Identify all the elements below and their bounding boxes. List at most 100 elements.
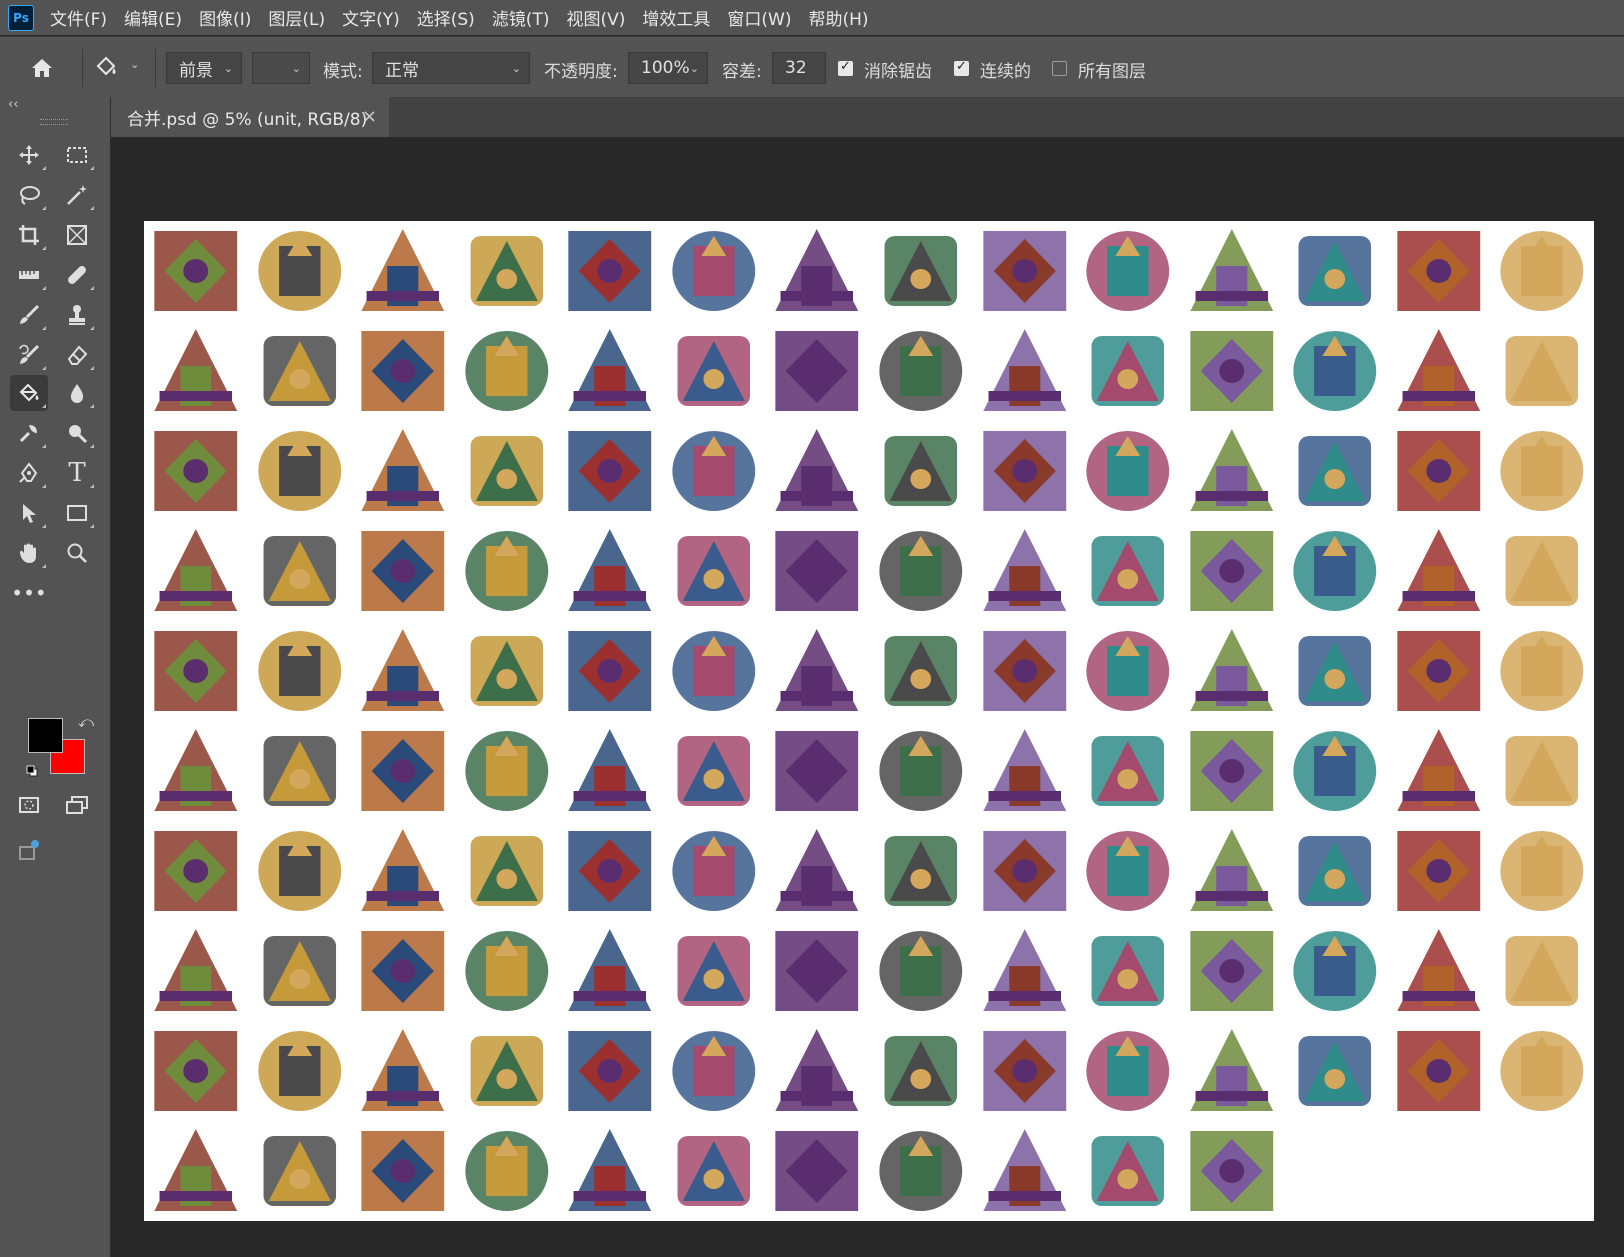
- menu-file[interactable]: 文件(F): [50, 5, 107, 30]
- close-icon[interactable]: ×: [362, 106, 377, 127]
- marquee-tool[interactable]: [58, 137, 96, 173]
- magic-wand-tool[interactable]: [58, 177, 96, 213]
- menu-edit[interactable]: 编辑(E): [124, 5, 182, 30]
- path-selection-icon: [23, 504, 36, 523]
- dodge-tool[interactable]: [10, 415, 48, 451]
- document-tab-bar: 合并.psd @ 5% (unit, RGB/8) ×: [111, 97, 1624, 137]
- hero-icon-thumbnail: [248, 421, 352, 521]
- path-selection-tool[interactable]: [10, 495, 48, 531]
- menu-window[interactable]: 窗口(W): [727, 5, 791, 30]
- contiguous-checkbox[interactable]: [954, 59, 969, 76]
- opacity-input[interactable]: 100% ⌄: [628, 52, 708, 84]
- type-icon: T: [68, 458, 86, 488]
- hero-icon-thumbnail: [248, 721, 352, 821]
- collapse-panel-icon[interactable]: ‹‹: [8, 97, 18, 112]
- swap-colors-icon[interactable]: ⤺: [78, 713, 94, 731]
- mode-dropdown[interactable]: 正常 ⌄: [372, 52, 530, 84]
- eraser-tool[interactable]: [58, 337, 96, 373]
- menu-select[interactable]: 选择(S): [417, 5, 475, 30]
- rectangle-tool[interactable]: [58, 495, 96, 531]
- chevron-down-icon: ⌄: [130, 58, 140, 71]
- burn-tool[interactable]: [58, 415, 96, 451]
- panel-grip[interactable]: [40, 119, 68, 125]
- hand-tool[interactable]: [10, 535, 48, 571]
- document-tab[interactable]: 合并.psd @ 5% (unit, RGB/8) ×: [111, 97, 389, 137]
- pattern-picker[interactable]: ⌄: [252, 52, 310, 84]
- hero-icon-thumbnail: [1490, 621, 1594, 721]
- screen-mode-button[interactable]: [58, 787, 96, 823]
- menu-layer[interactable]: 图层(L): [268, 5, 325, 30]
- zoom-tool[interactable]: [58, 535, 96, 571]
- move-tool[interactable]: [10, 137, 48, 173]
- hero-icon-thumbnail: [558, 721, 662, 821]
- menu-type[interactable]: 文字(Y): [342, 5, 400, 30]
- hero-icon-thumbnail: [869, 521, 973, 621]
- hero-icon-thumbnail: [144, 821, 248, 921]
- all-layers-checkbox[interactable]: [1052, 61, 1067, 76]
- tolerance-input[interactable]: 32: [772, 52, 826, 84]
- hero-icon-thumbnail: [455, 421, 559, 521]
- hero-icon-thumbnail: [765, 421, 869, 521]
- hero-icon-thumbnail: [1180, 321, 1284, 421]
- type-tool[interactable]: T: [58, 455, 96, 491]
- blur-tool[interactable]: [58, 375, 96, 411]
- hero-icon-thumbnail: [973, 721, 1077, 821]
- hero-icon-thumbnail: [248, 1021, 352, 1121]
- pen-tool[interactable]: [10, 455, 48, 491]
- paint-bucket-tool[interactable]: [10, 375, 48, 411]
- hero-icon-thumbnail: [1180, 1021, 1284, 1121]
- default-colors-icon[interactable]: [26, 762, 38, 777]
- eraser-icon: [67, 345, 88, 365]
- frame-tool[interactable]: [58, 217, 96, 253]
- hero-icon-thumbnail: [662, 421, 766, 521]
- hero-icon-thumbnail: [765, 921, 869, 1021]
- menu-help[interactable]: 帮助(H): [808, 5, 868, 30]
- fill-source-value: 前景: [179, 60, 213, 81]
- hero-icon-thumbnail: [1180, 621, 1284, 721]
- hero-icon-thumbnail: [973, 521, 1077, 621]
- hero-icon-thumbnail: [144, 621, 248, 721]
- quick-mask-button[interactable]: [10, 787, 48, 823]
- healing-brush-tool[interactable]: [58, 257, 96, 293]
- hero-icon-thumbnail: [1283, 621, 1387, 721]
- clone-stamp-icon: [69, 305, 85, 325]
- hero-icon-thumbnail: [558, 321, 662, 421]
- hero-icon-thumbnail: [558, 821, 662, 921]
- ruler-icon: [19, 271, 39, 279]
- menu-plugins[interactable]: 增效工具: [642, 5, 710, 30]
- ruler-tool[interactable]: [10, 257, 48, 293]
- hero-icon-thumbnail: [662, 821, 766, 921]
- crop-tool[interactable]: [10, 217, 48, 253]
- fill-source-dropdown[interactable]: 前景 ⌄: [166, 52, 242, 84]
- menu-filter[interactable]: 滤镜(T): [492, 5, 550, 30]
- history-brush-tool[interactable]: [10, 337, 48, 373]
- document-canvas[interactable]: [144, 221, 1594, 1221]
- brush-tool[interactable]: [10, 297, 48, 333]
- marquee-icon: [67, 147, 87, 163]
- lasso-tool[interactable]: [10, 177, 48, 213]
- paint-bucket-icon: [19, 383, 39, 402]
- share-button[interactable]: [10, 832, 48, 868]
- hero-icon-thumbnail: [558, 1121, 662, 1221]
- icon-grid: [144, 221, 1594, 1221]
- empty-cell: [1283, 1121, 1387, 1221]
- hero-icon-thumbnail: [1490, 421, 1594, 521]
- hero-icon-thumbnail: [973, 421, 1077, 521]
- hero-icon-thumbnail: [144, 921, 248, 1021]
- hero-icon-thumbnail: [869, 921, 973, 1021]
- tool-preset-picker[interactable]: ⌄: [90, 52, 144, 84]
- home-button[interactable]: [26, 52, 58, 84]
- clone-stamp-tool[interactable]: [58, 297, 96, 333]
- hero-icon-thumbnail: [455, 1021, 559, 1121]
- hero-icon-thumbnail: [351, 821, 455, 921]
- hero-icon-thumbnail: [1180, 721, 1284, 821]
- photoshop-logo-icon[interactable]: Ps: [8, 4, 34, 31]
- hero-icon-thumbnail: [351, 621, 455, 721]
- lasso-icon: [20, 186, 40, 205]
- foreground-color-swatch[interactable]: [28, 718, 63, 753]
- antialias-checkbox[interactable]: [838, 59, 853, 76]
- hero-icon-thumbnail: [869, 221, 973, 321]
- menu-image[interactable]: 图像(I): [199, 5, 251, 30]
- edit-toolbar-button[interactable]: •••: [10, 575, 48, 611]
- menu-view[interactable]: 视图(V): [566, 5, 625, 30]
